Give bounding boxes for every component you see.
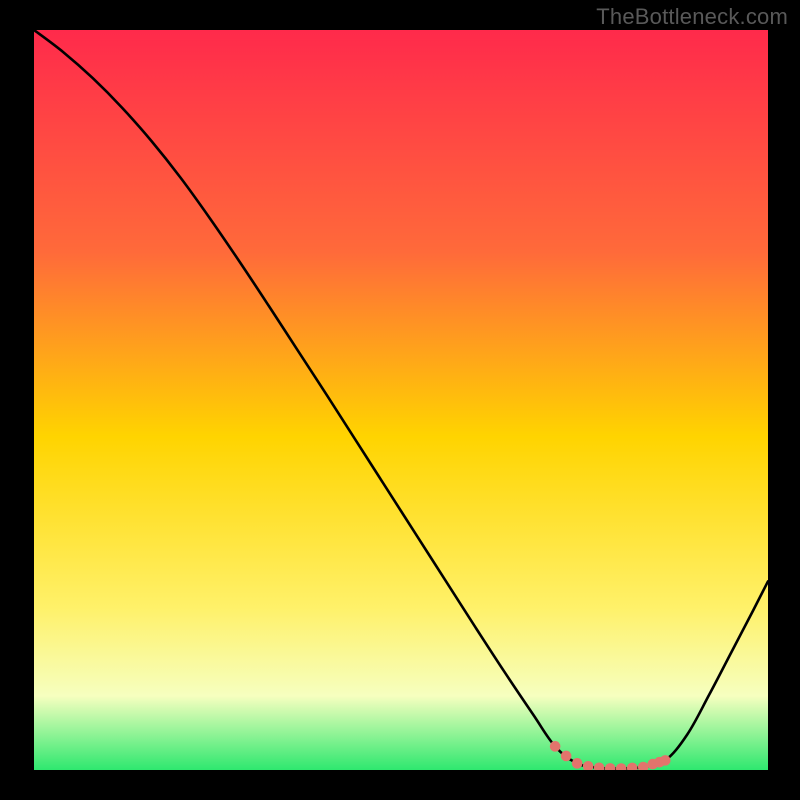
marker-dot [572,758,583,769]
chart-frame: TheBottleneck.com [0,0,800,800]
marker-dot [660,755,671,766]
gradient-background [34,30,768,770]
marker-dot [561,751,572,762]
watermark-text: TheBottleneck.com [596,4,788,30]
marker-dot [550,741,561,752]
plot-area [34,30,768,770]
bottleneck-chart [34,30,768,770]
